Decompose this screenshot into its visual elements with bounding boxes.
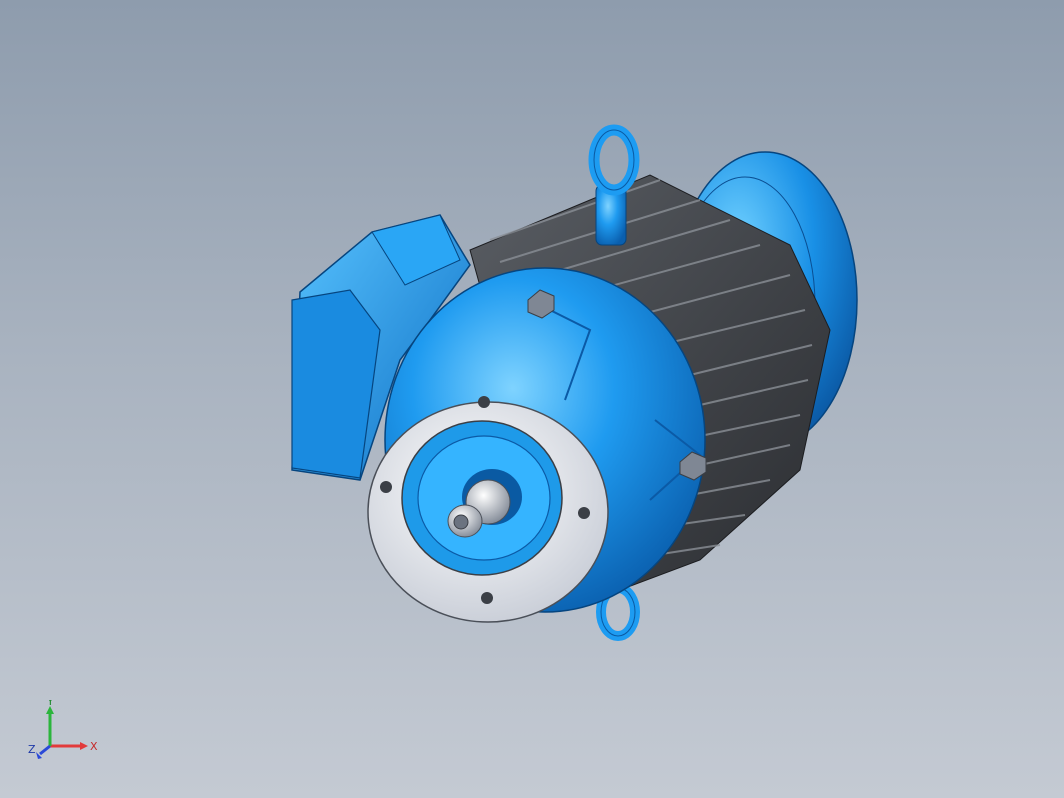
coordinate-triad: X Y Z (28, 700, 98, 759)
x-axis-label: X (90, 740, 98, 753)
electric-motor-model[interactable] (0, 0, 1064, 798)
y-axis-label: Y (46, 700, 54, 708)
x-axis-arrow (80, 742, 88, 750)
cad-viewport[interactable]: X Y Z (0, 0, 1064, 798)
z-axis-label: Z (28, 743, 36, 756)
z-axis-line (39, 744, 51, 756)
